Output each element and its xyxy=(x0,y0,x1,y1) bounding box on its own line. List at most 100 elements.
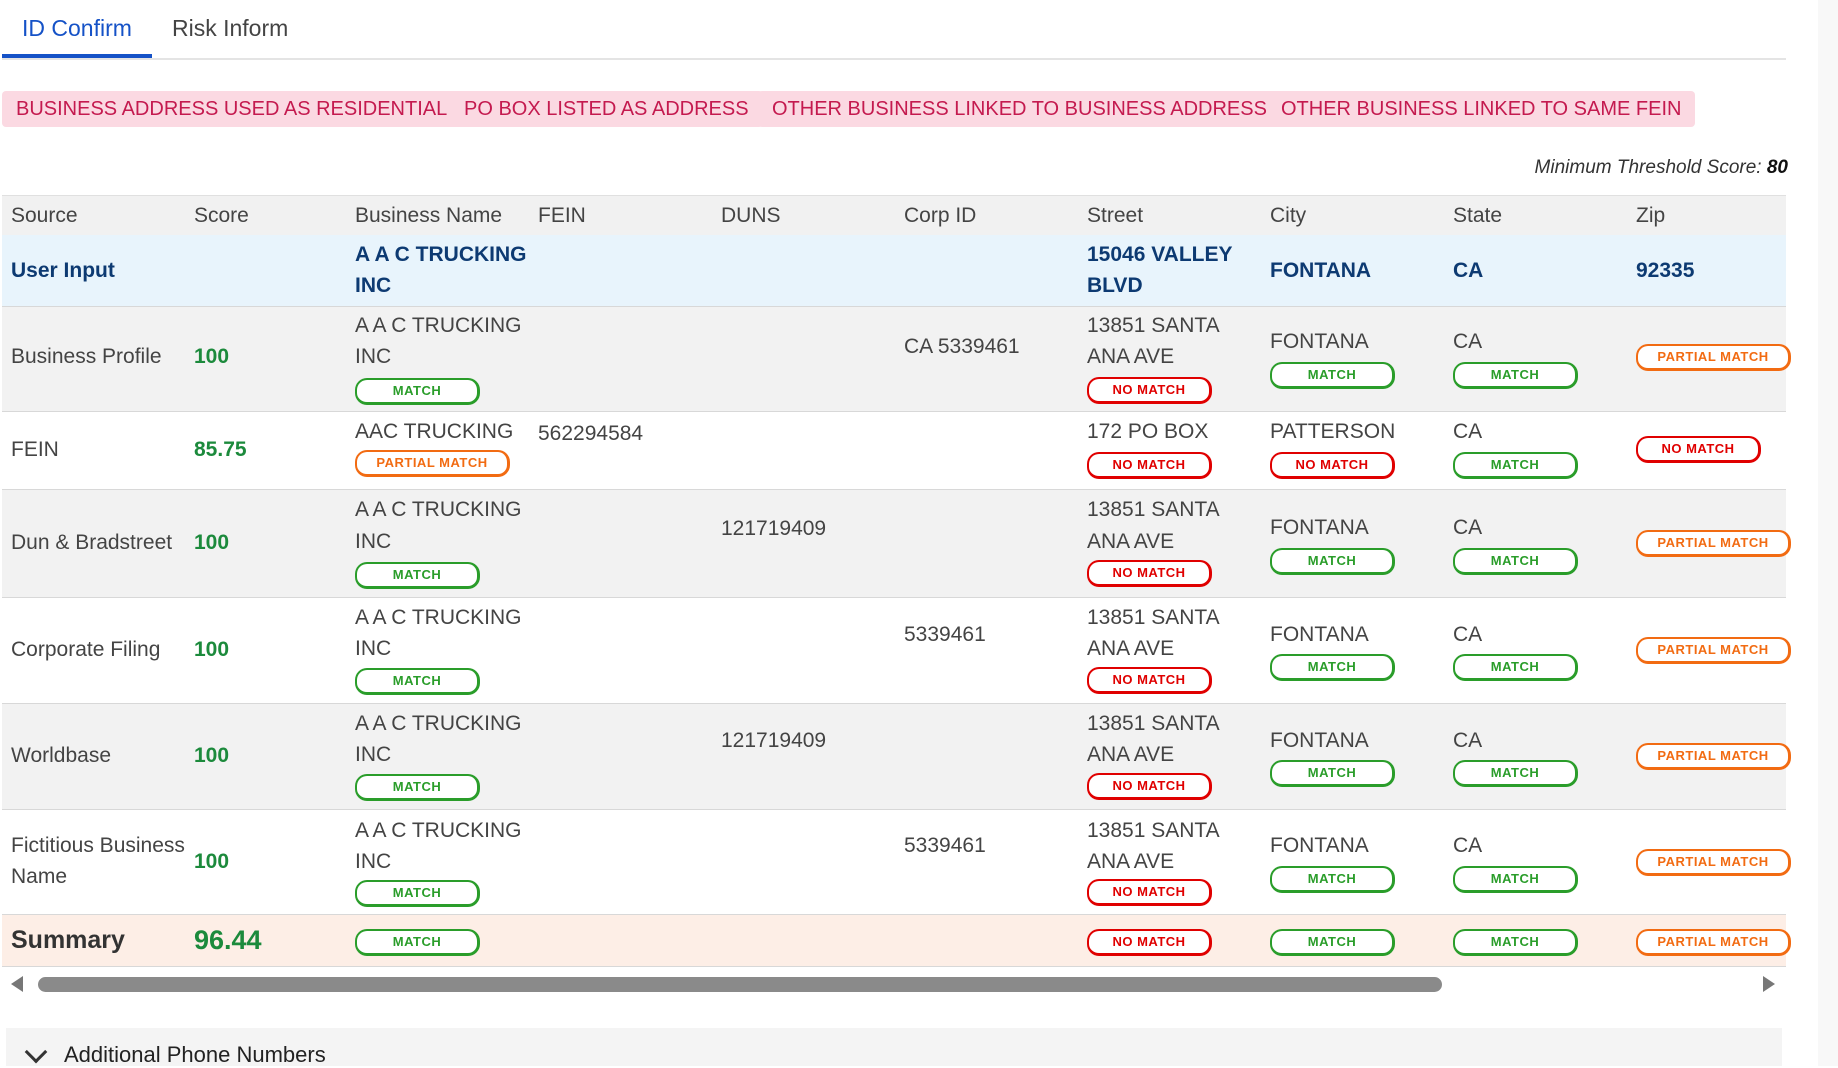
summary-label: Summary xyxy=(11,926,125,954)
city-cell: FONTANA xyxy=(1270,516,1369,539)
additional-phone-numbers-accordion[interactable]: Additional Phone Numbers xyxy=(6,1028,1782,1067)
city-match-badge: MATCH xyxy=(1270,654,1395,681)
source-cell-line1: Fictitious Business xyxy=(11,834,185,857)
col-score: Score xyxy=(194,204,249,227)
table-row-fictitious-business-name: Fictitious Business Name 100 A A C TRUCK… xyxy=(2,810,1791,915)
threshold-label: Minimum Threshold Score: xyxy=(1534,157,1762,178)
business-name-line1: A A C TRUCKING xyxy=(355,606,522,629)
source-cell-line2: Name xyxy=(11,865,68,888)
zip-partial-match-badge: PARTIAL MATCH xyxy=(1636,530,1791,557)
alert-other-business-address: OTHER BUSINESS LINKED TO BUSINESS ADDRES… xyxy=(758,91,1281,127)
score-cell: 85.75 xyxy=(194,438,247,461)
col-street: Street xyxy=(1087,204,1144,227)
score-cell: 100 xyxy=(194,531,230,554)
fein-cell: 562294584 xyxy=(538,422,644,445)
col-zip: Zip xyxy=(1636,204,1666,227)
state-cell: CA xyxy=(1453,420,1483,443)
street-line1: 13851 SANTA xyxy=(1087,314,1220,337)
business-name-match-badge: MATCH xyxy=(355,378,480,405)
state-match-badge: MATCH xyxy=(1453,548,1578,575)
source-cell: FEIN xyxy=(11,438,59,461)
alert-other-business-fein: OTHER BUSINESS LINKED TO SAME FEIN xyxy=(1267,91,1696,127)
corp-id-cell: 5339461 xyxy=(904,623,986,646)
state-cell: CA xyxy=(1453,834,1483,857)
business-name-line2: INC xyxy=(355,345,392,368)
vertical-scrollbar[interactable] xyxy=(1818,0,1838,1066)
street-line1: 13851 SANTA xyxy=(1087,712,1220,735)
business-name-line2: INC xyxy=(355,850,392,873)
table-header: Source Score Business Name FEIN DUNS Cor… xyxy=(2,195,1786,236)
state-cell: CA xyxy=(1453,516,1483,539)
table-row-business-profile: Business Profile 100 A A C TRUCKING INC … xyxy=(2,307,1791,412)
source-cell: Worldbase xyxy=(11,744,111,767)
business-name-line1: A A C TRUCKING xyxy=(355,314,522,337)
table-row-fein: FEIN 85.75 AAC TRUCKING PARTIAL MATCH 56… xyxy=(2,412,1786,490)
score-cell: 100 xyxy=(194,744,230,767)
street-no-match-badge: NO MATCH xyxy=(1087,377,1212,404)
street-line2: ANA AVE xyxy=(1087,850,1175,873)
city-cell: PATTERSON xyxy=(1270,420,1396,443)
state-match-badge: MATCH xyxy=(1453,760,1578,787)
zip-partial-match-badge: PARTIAL MATCH xyxy=(1636,637,1791,664)
table-row-corporate-filing: Corporate Filing 100 A A C TRUCKING INC … xyxy=(2,598,1791,704)
id-confirm-page: ID Confirm Risk Inform BUSINESS ADDRESS … xyxy=(0,0,1838,1067)
alert-business-address-residential: BUSINESS ADDRESS USED AS RESIDENTIAL xyxy=(2,91,462,127)
summary-state-badge: MATCH xyxy=(1453,929,1578,956)
business-name-line2: INC xyxy=(355,637,392,660)
scrollbar-thumb[interactable] xyxy=(38,977,1442,992)
city-cell: FONTANA xyxy=(1270,729,1369,752)
business-name-match-badge: MATCH xyxy=(355,668,480,695)
summary-score: 96.44 xyxy=(194,925,262,955)
col-corp-id: Corp ID xyxy=(904,204,977,227)
business-name-match-badge: MATCH xyxy=(355,774,480,801)
street-line2: BLVD xyxy=(1087,274,1143,297)
zip-partial-match-badge: PARTIAL MATCH xyxy=(1636,743,1791,770)
state-cell: CA xyxy=(1453,623,1483,646)
source-cell: Dun & Bradstreet xyxy=(11,531,173,554)
tab-id-confirm[interactable]: ID Confirm xyxy=(2,12,152,58)
threshold-value: 80 xyxy=(1766,157,1788,178)
street-line1: 13851 SANTA xyxy=(1087,606,1220,629)
state-cell: CA xyxy=(1453,259,1484,282)
source-cell: Business Profile xyxy=(11,345,162,368)
score-cell: 100 xyxy=(194,638,230,661)
city-match-badge: MATCH xyxy=(1270,548,1395,575)
zip-partial-match-badge: PARTIAL MATCH xyxy=(1636,849,1791,876)
col-source: Source xyxy=(11,204,78,227)
street-no-match-badge: NO MATCH xyxy=(1087,560,1212,587)
chevron-down-icon[interactable] xyxy=(24,1040,48,1064)
street-line1: 13851 SANTA xyxy=(1087,498,1220,521)
duns-cell: 121719409 xyxy=(721,729,827,752)
score-cell: 100 xyxy=(194,850,230,873)
city-match-badge: MATCH xyxy=(1270,760,1395,787)
street-no-match-badge: NO MATCH xyxy=(1087,879,1212,906)
table-row-user-input: User Input A A C TRUCKING INC 15046 VALL… xyxy=(2,235,1786,307)
street-no-match-badge: NO MATCH xyxy=(1087,773,1212,800)
state-cell: CA xyxy=(1453,330,1483,353)
table-row-worldbase: Worldbase 100 A A C TRUCKING INC MATCH 1… xyxy=(2,704,1791,810)
summary-city-badge: MATCH xyxy=(1270,929,1395,956)
business-name-line1: A A C TRUCKING xyxy=(355,498,522,521)
table-row-dun-bradstreet: Dun & Bradstreet 100 A A C TRUCKING INC … xyxy=(2,490,1791,598)
state-match-badge: MATCH xyxy=(1453,452,1578,479)
score-cell: 100 xyxy=(194,345,230,368)
scroll-right-arrow-icon[interactable] xyxy=(1763,976,1775,992)
street-line2: ANA AVE xyxy=(1087,743,1175,766)
corp-id-cell: 5339461 xyxy=(904,834,986,857)
business-name-line2: INC xyxy=(355,274,392,297)
horizontal-scrollbar[interactable] xyxy=(2,968,1786,996)
tab-risk-inform[interactable]: Risk Inform xyxy=(152,12,308,56)
alert-po-box: PO BOX LISTED AS ADDRESS xyxy=(450,91,763,127)
street-no-match-badge: NO MATCH xyxy=(1087,452,1212,479)
scroll-left-arrow-icon[interactable] xyxy=(11,976,23,992)
state-match-badge: MATCH xyxy=(1453,654,1578,681)
city-cell: FONTANA xyxy=(1270,623,1369,646)
city-match-badge: MATCH xyxy=(1270,866,1395,893)
zip-partial-match-badge: PARTIAL MATCH xyxy=(1636,344,1791,371)
duns-cell: 121719409 xyxy=(721,517,827,540)
business-name-line1: A A C TRUCKING xyxy=(355,712,522,735)
table-row-summary: Summary 96.44 MATCH NO MATCH MATCH MATCH… xyxy=(2,915,1791,967)
city-match-badge: MATCH xyxy=(1270,362,1395,389)
street-line2: ANA AVE xyxy=(1087,345,1175,368)
col-city: City xyxy=(1270,204,1307,227)
